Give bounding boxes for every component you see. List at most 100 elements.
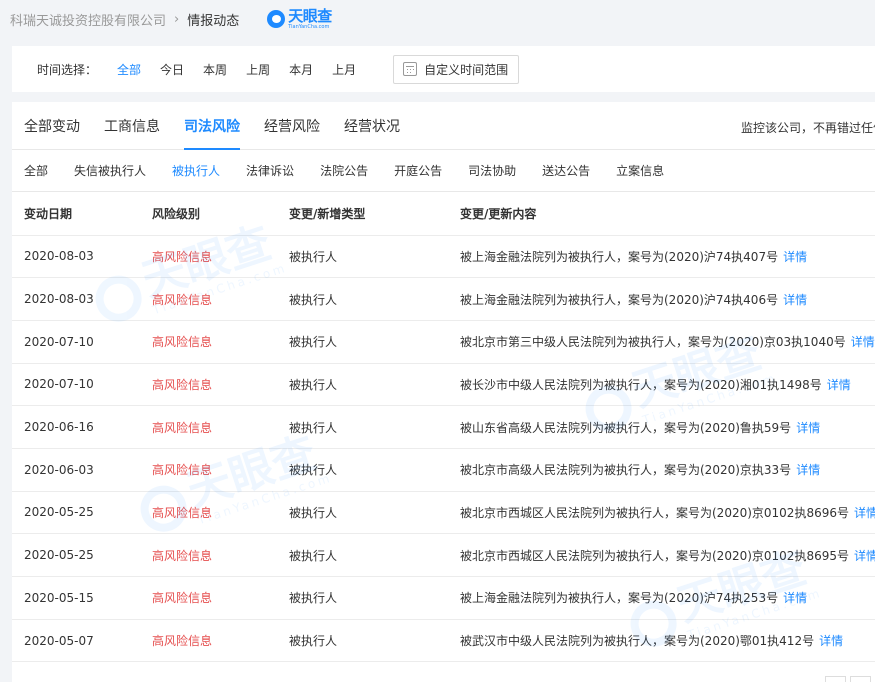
cell-content: 被武汉市中级人民法院列为被执行人，案号为(2020)鄂01执412号 详情 — [448, 619, 875, 663]
cell-date-text: 2020-05-07 — [24, 633, 94, 648]
cell-date: 2020-06-16 — [12, 405, 140, 449]
sub-tab[interactable]: 送达公告 — [542, 162, 590, 179]
cell-date-text: 2020-05-25 — [24, 505, 94, 520]
header-content: 变更/更新内容 — [448, 192, 875, 236]
cell-content: 被北京市第三中级人民法院列为被执行人，案号为(2020)京03执1040号 详情 — [448, 320, 875, 364]
sub-tab[interactable]: 被执行人 — [172, 162, 220, 179]
cell-date-text: 2020-08-03 — [24, 292, 94, 307]
sub-tab[interactable]: 法律诉讼 — [246, 162, 294, 179]
sub-tab[interactable]: 法院公告 — [320, 162, 368, 179]
cell-risk: 高风险信息 — [140, 363, 277, 407]
cell-type: 被执行人 — [277, 405, 448, 449]
breadcrumb-current: 情报动态 — [187, 13, 240, 29]
breadcrumb-company[interactable]: 科瑞天诚投资控股有限公司 — [10, 10, 166, 29]
detail-link[interactable]: 详情 — [854, 506, 875, 520]
table-row: 2020-05-07 高风险信息 被执行人 被武汉市中级人民法院列为被执行人，案号为(… — [12, 619, 875, 663]
cell-risk: 高风险信息 — [140, 235, 277, 279]
table-row: 2020-06-03 高风险信息 被执行人 被北京市高级人民法院列为被执行人，案号为(… — [12, 448, 875, 492]
cell-risk: 高风险信息 — [140, 491, 277, 535]
sub-tab[interactable]: 司法协助 — [468, 162, 516, 179]
cell-date: 2020-08-03 — [12, 235, 140, 279]
breadcrumb-separator: › — [174, 11, 180, 27]
cell-type: 被执行人 — [277, 277, 448, 321]
cell-date: 2020-07-10 — [12, 320, 140, 364]
monitor-tip[interactable]: 监控该公司，不再错过任何 — [741, 119, 875, 136]
cell-type: 被执行人 — [277, 320, 448, 364]
cell-date: 2020-05-07 — [12, 619, 140, 663]
cell-content: 被上海金融法院列为被执行人，案号为(2020)沪74执407号 详情 — [448, 235, 875, 279]
time-filter-option[interactable]: 上月 — [332, 61, 356, 78]
main-tab[interactable]: 司法风险 — [184, 116, 240, 150]
cell-content-text: 被上海金融法院列为被执行人，案号为(2020)沪74执253号 — [460, 591, 779, 606]
detail-link[interactable]: 详情 — [819, 634, 843, 648]
main-tabs: 全部变动 工商信息 司法风险 经营风险 经营状况 监控该公司，不再错过任何 — [12, 102, 875, 150]
main-tab[interactable]: 经营状况 — [344, 116, 400, 149]
table-row: 2020-07-10 高风险信息 被执行人 被北京市第三中级人民法院列为被执行人，案号… — [12, 320, 875, 364]
cell-risk: 高风险信息 — [140, 533, 277, 577]
logo-icon — [267, 10, 286, 28]
main-tab[interactable]: 全部变动 — [24, 116, 80, 149]
change-table: 变动日期 风险级别 变更/新增类型 变更/更新内容 2020-08-03 高风险信… — [12, 192, 875, 663]
detail-link[interactable]: 详情 — [796, 421, 820, 435]
time-filter-option[interactable]: 今日 — [160, 61, 184, 78]
cell-type-text: 被执行人 — [289, 634, 338, 649]
detail-link[interactable]: 详情 — [851, 335, 875, 349]
cell-content-text: 被北京市西城区人民法院列为被执行人，案号为(2020)京0102执8696号 — [460, 505, 849, 520]
time-filter-option[interactable]: 上周 — [246, 61, 270, 78]
detail-link[interactable]: 详情 — [783, 293, 807, 307]
time-filter-option[interactable]: 本月 — [289, 61, 313, 78]
detail-link[interactable]: 详情 — [783, 250, 807, 264]
logo-name: 天眼查 — [288, 6, 332, 25]
cell-date-text: 2020-06-03 — [24, 462, 94, 477]
main-tab[interactable]: 工商信息 — [104, 116, 160, 149]
cell-date: 2020-05-25 — [12, 491, 140, 535]
cell-type: 被执行人 — [277, 619, 448, 663]
cell-date-text: 2020-05-15 — [24, 590, 94, 605]
cell-type-text: 被执行人 — [289, 377, 338, 392]
sub-tabs: 全部 失信被执行人 被执行人 法律诉讼 法院公告 开庭公告 司法协助 送达公告 立案信息 — [12, 150, 875, 192]
main-panel: 全部变动 工商信息 司法风险 经营风险 经营状况 监控该公司，不再错过任何 全部 失信被执行… — [12, 102, 875, 682]
cell-type: 被执行人 — [277, 235, 448, 279]
table-row: 2020-08-03 高风险信息 被执行人 被上海金融法院列为被执行人，案号为(202… — [12, 235, 875, 279]
cell-risk-text: 高风险信息 — [152, 634, 213, 649]
detail-link[interactable]: 详情 — [827, 378, 851, 392]
main-tab[interactable]: 经营风险 — [264, 116, 320, 149]
cell-content-text: 被长沙市中级人民法院列为被执行人，案号为(2020)湘01执1498号 — [460, 377, 822, 392]
pagination[interactable] — [825, 676, 875, 682]
header-date: 变动日期 — [12, 192, 140, 236]
cell-content-text: 被北京市西城区人民法院列为被执行人，案号为(2020)京0102执8695号 — [460, 548, 849, 563]
logo-sub: TianYanCha.com — [288, 23, 330, 30]
cell-content-text: 被上海金融法院列为被执行人，案号为(2020)沪74执406号 — [460, 292, 779, 307]
sub-tab[interactable]: 立案信息 — [616, 162, 664, 179]
cell-risk: 高风险信息 — [140, 448, 277, 492]
sub-tab[interactable]: 全部 — [24, 162, 48, 179]
sub-tab[interactable]: 开庭公告 — [394, 162, 442, 179]
header-type: 变更/新增类型 — [277, 192, 448, 236]
time-filter-option[interactable]: 本周 — [203, 61, 227, 78]
cell-type-text: 被执行人 — [289, 335, 338, 350]
cell-risk-text: 高风险信息 — [152, 548, 213, 563]
cell-risk: 高风险信息 — [140, 619, 277, 663]
cell-date-text: 2020-05-25 — [24, 548, 94, 563]
cell-type: 被执行人 — [277, 448, 448, 492]
cell-content: 被上海金融法院列为被执行人，案号为(2020)沪74执253号 详情 — [448, 576, 875, 620]
tianyancha-logo[interactable]: 天眼查 TianYanCha.com — [267, 6, 332, 30]
cell-content: 被北京市西城区人民法院列为被执行人，案号为(2020)京0102执8695号 详情 — [448, 533, 875, 577]
custom-time-range-button[interactable]: 自定义时间范围 — [393, 54, 520, 84]
cell-risk-text: 高风险信息 — [152, 463, 213, 478]
sub-tab[interactable]: 失信被执行人 — [74, 162, 146, 179]
header-risk: 风险级别 — [140, 192, 277, 236]
detail-link[interactable]: 详情 — [783, 591, 807, 605]
cell-type-text: 被执行人 — [289, 292, 338, 307]
cell-type-text: 被执行人 — [289, 591, 338, 606]
detail-link[interactable]: 详情 — [854, 549, 875, 563]
cell-content-text: 被山东省高级人民法院列为被执行人，案号为(2020)鲁执59号 — [460, 420, 792, 435]
cell-date: 2020-08-03 — [12, 277, 140, 321]
cell-date-text: 2020-06-16 — [24, 420, 94, 435]
cell-content: 被长沙市中级人民法院列为被执行人，案号为(2020)湘01执1498号 详情 — [448, 363, 875, 407]
detail-link[interactable]: 详情 — [796, 463, 820, 477]
time-filter-option[interactable]: 全部 — [117, 61, 141, 78]
table-row: 2020-05-25 高风险信息 被执行人 被北京市西城区人民法院列为被执行人，案号为… — [12, 533, 875, 577]
cell-risk: 高风险信息 — [140, 576, 277, 620]
cell-content-text: 被北京市高级人民法院列为被执行人，案号为(2020)京执33号 — [460, 463, 792, 478]
